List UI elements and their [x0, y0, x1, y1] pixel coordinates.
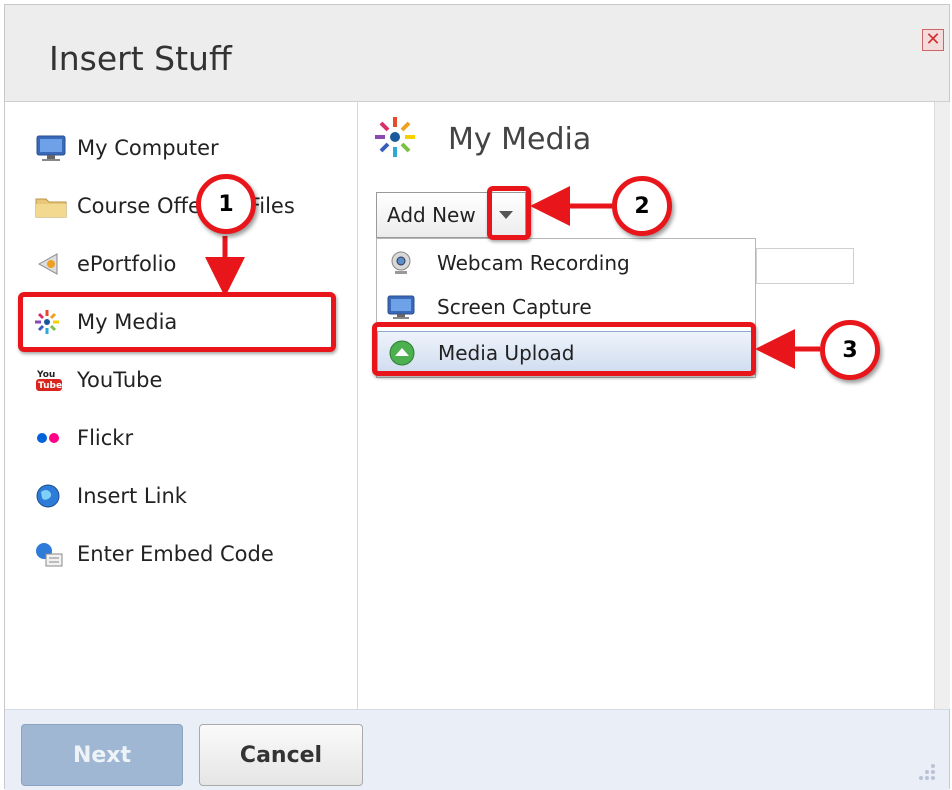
- annotation-badge-2: 2: [612, 176, 672, 236]
- annotation-badge-3: 3: [820, 320, 880, 380]
- annotation-arrows: [205, 186, 820, 369]
- annotation-badge-1: 1: [196, 174, 256, 234]
